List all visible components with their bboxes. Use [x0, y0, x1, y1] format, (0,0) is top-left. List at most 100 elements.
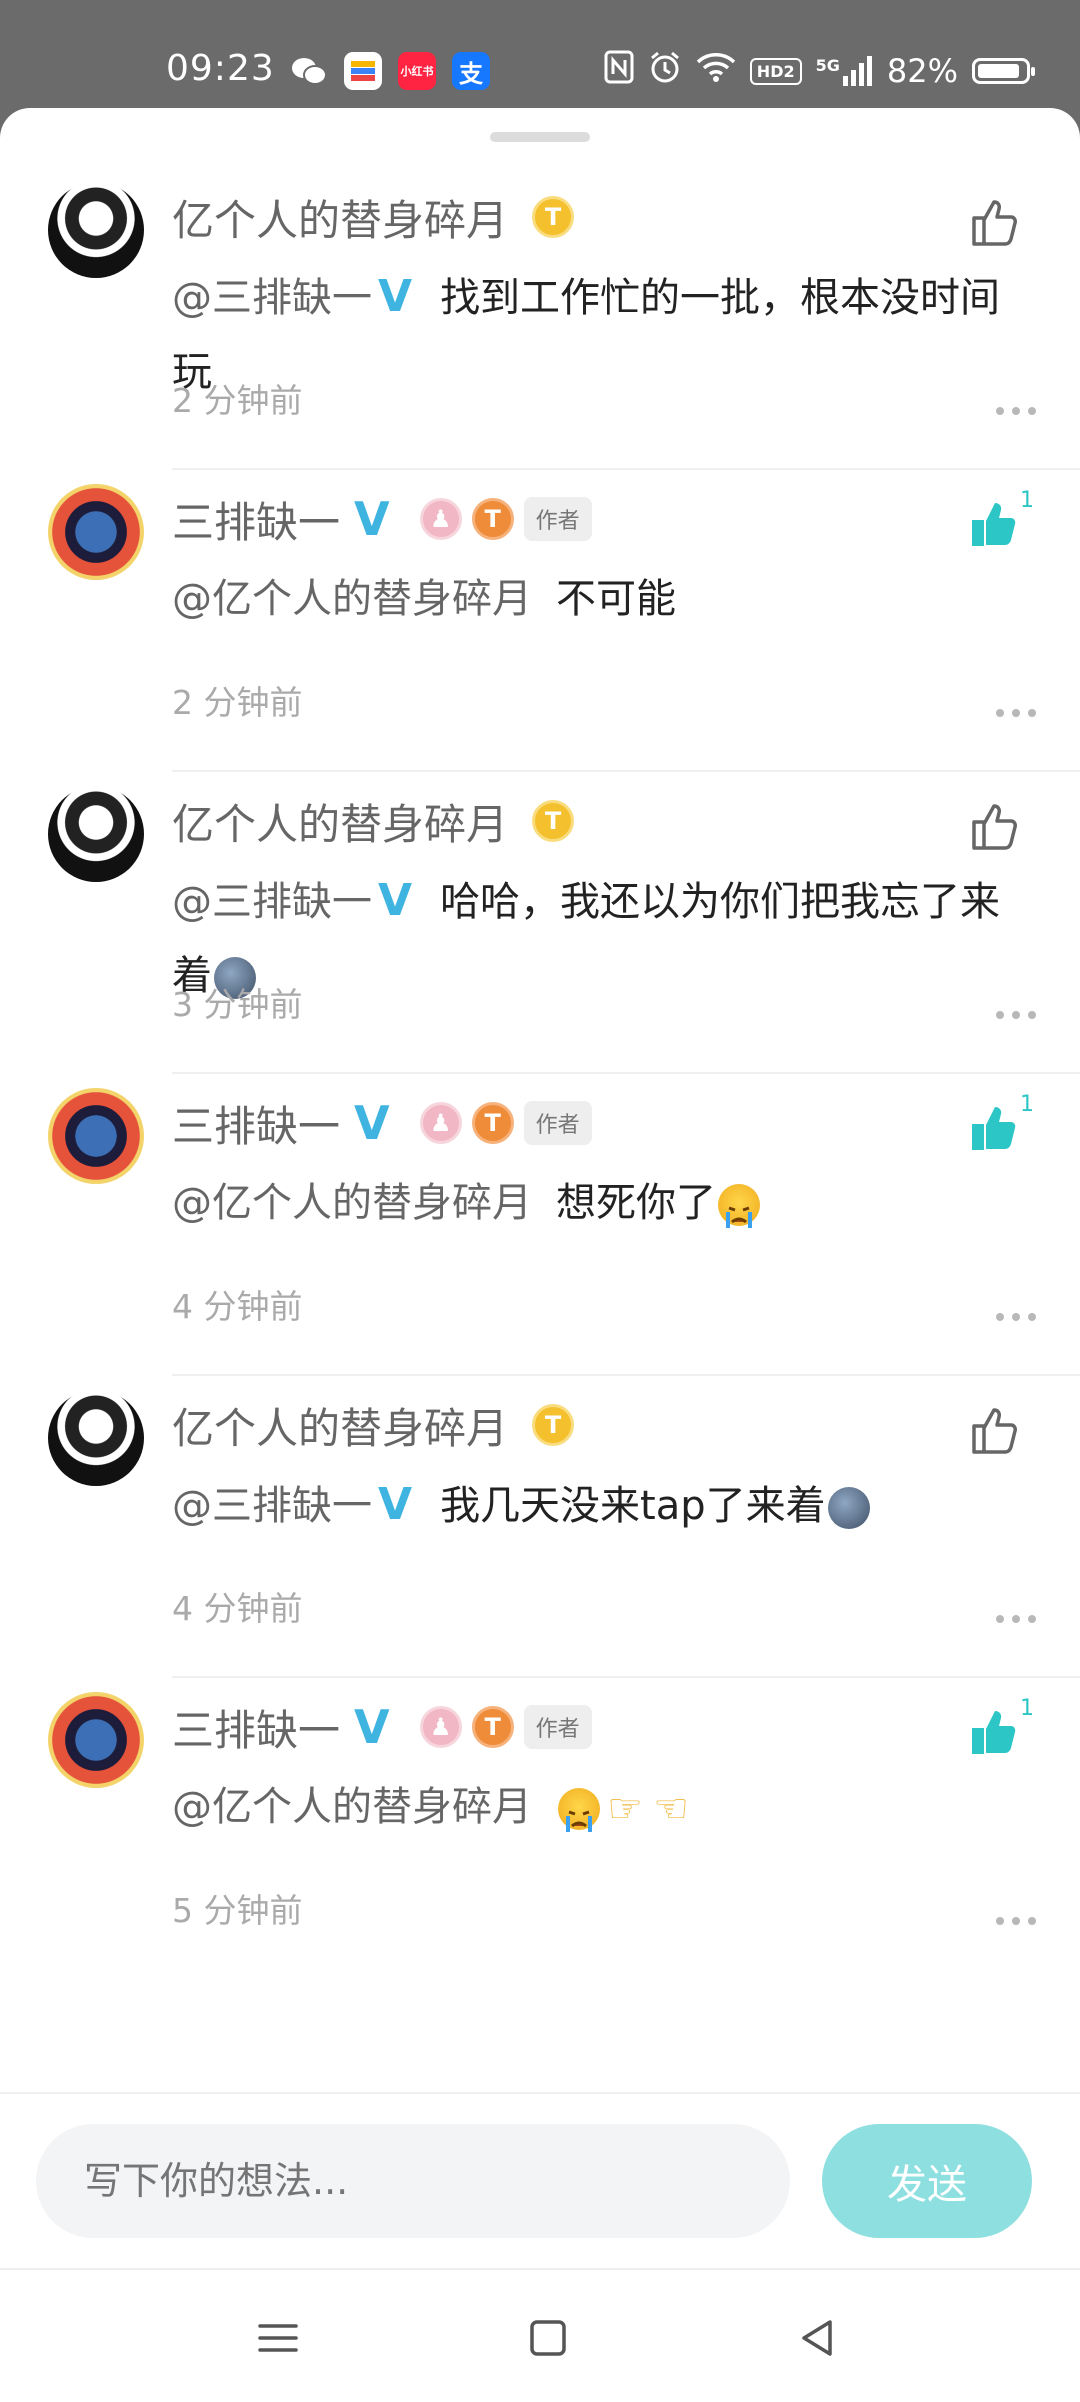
more-options-icon[interactable] — [996, 406, 1036, 416]
alarm-icon — [648, 50, 682, 92]
level-badge-icon: ♟ — [419, 498, 462, 540]
comment-item[interactable]: 三排缺一 V ♟ T 作者 @亿个人的替身碎月 不可能 2 分钟前 1 — [0, 468, 1080, 770]
comment-item[interactable]: 亿个人的替身碎月 T @三排缺一 V 我几天没来tap了来着 4 分钟前 — [0, 1374, 1080, 1676]
mention-link[interactable]: @亿个人的替身碎月 — [172, 576, 556, 622]
username[interactable]: 三排缺一 — [172, 489, 340, 550]
status-time: 09:23 — [166, 48, 275, 89]
mention-link[interactable]: @亿个人的替身碎月 — [172, 1784, 556, 1830]
wifi-icon — [696, 51, 736, 91]
like-thumb-icon[interactable] — [964, 192, 1024, 252]
level-badge-icon: ♟ — [419, 1102, 462, 1144]
mention-link[interactable]: @三排缺一 V — [172, 271, 440, 322]
crying-emoji-icon — [718, 1184, 760, 1228]
comment-time: 4 分钟前 — [172, 1287, 303, 1326]
status-app-icons: 小红书 支 — [290, 52, 490, 90]
nfc-icon — [604, 50, 634, 92]
user-avatar[interactable] — [48, 182, 144, 278]
user-avatar[interactable] — [48, 484, 144, 580]
tap-badge-icon: T — [532, 800, 575, 842]
comment-item[interactable]: 三排缺一 V ♟ T 作者 @亿个人的替身碎月 想死你了 4 分钟前 1 — [0, 1072, 1080, 1374]
more-options-icon[interactable] — [996, 1010, 1036, 1020]
mention-link[interactable]: @亿个人的替身碎月 — [172, 1180, 556, 1226]
user-avatar[interactable] — [48, 1692, 144, 1788]
liked-thumb-icon[interactable] — [964, 1098, 1024, 1158]
user-avatar[interactable] — [48, 1088, 144, 1184]
comment-text: 想死你了 — [556, 1180, 716, 1226]
battery-icon — [972, 58, 1035, 84]
verified-icon: V — [354, 1700, 390, 1754]
xiaohongshu-icon: 小红书 — [398, 52, 436, 90]
username[interactable]: 三排缺一 — [172, 1093, 340, 1154]
comment-header: 三排缺一 V ♟ T 作者 — [172, 488, 592, 550]
comment-item[interactable]: 亿个人的替身碎月 T @三排缺一 V 找到工作忙的一批，根本没时间玩 2 分钟前 — [0, 166, 1080, 468]
level-badge-icon: ♟ — [419, 1706, 462, 1748]
verified-icon: V — [378, 875, 413, 926]
user-avatar[interactable] — [48, 786, 144, 882]
verified-icon: V — [354, 492, 390, 546]
like-count: 1 — [1020, 1092, 1034, 1117]
author-tag: 作者 — [523, 497, 592, 541]
tap-badge-icon: T — [532, 196, 575, 238]
more-options-icon[interactable] — [996, 1614, 1036, 1624]
comment-text: 不可能 — [556, 576, 676, 622]
verified-icon: V — [378, 1479, 413, 1530]
home-icon[interactable] — [522, 2312, 574, 2364]
mention-link[interactable]: @三排缺一 V — [172, 875, 440, 926]
more-options-icon[interactable] — [996, 1312, 1036, 1322]
status-indicators: HD2 5G 82% — [604, 50, 1035, 92]
more-options-icon[interactable] — [996, 1916, 1036, 1926]
comment-body: @亿个人的替身碎月 ☞ ☜ — [172, 1770, 1012, 1844]
hd-indicator: HD2 — [749, 57, 802, 85]
comment-header: 亿个人的替身碎月 T — [172, 1394, 575, 1456]
comment-item[interactable]: 三排缺一 V ♟ T 作者 @亿个人的替身碎月 ☞ ☜ 5 分钟前 1 — [0, 1676, 1080, 1978]
user-avatar[interactable] — [48, 1390, 144, 1486]
like-count: 1 — [1020, 488, 1034, 513]
crying-emoji-icon — [558, 1788, 600, 1832]
comment-header: 三排缺一 V ♟ T 作者 — [172, 1696, 592, 1758]
verified-icon: V — [378, 271, 413, 322]
comment-item[interactable]: 亿个人的替身碎月 T @三排缺一 V 哈哈，我还以为你们把我忘了来着 3 分钟前 — [0, 770, 1080, 1072]
comment-body: @亿个人的替身碎月 不可能 — [172, 562, 1012, 636]
username[interactable]: 亿个人的替身碎月 — [172, 1395, 508, 1456]
drag-handle[interactable] — [490, 132, 590, 142]
username[interactable]: 三排缺一 — [172, 1697, 340, 1758]
input-bar: 发送 — [0, 2092, 1080, 2270]
comment-header: 三排缺一 V ♟ T 作者 — [172, 1092, 592, 1154]
system-nav-bar — [0, 2268, 1080, 2402]
point-left-emoji-icon: ☜ — [653, 1786, 689, 1832]
comment-sheet: 亿个人的替身碎月 T @三排缺一 V 找到工作忙的一批，根本没时间玩 2 分钟前 三排缺一 V… — [0, 108, 1080, 2402]
back-icon[interactable] — [792, 2312, 844, 2364]
gallery-app-icon — [344, 52, 382, 90]
author-tag: 作者 — [523, 1101, 592, 1145]
verified-icon: V — [354, 1096, 390, 1150]
username[interactable]: 亿个人的替身碎月 — [172, 791, 508, 852]
comment-header: 亿个人的替身碎月 T — [172, 790, 575, 852]
moon-emoji-icon — [827, 1487, 870, 1529]
comment-header: 亿个人的替身碎月 T — [172, 186, 575, 248]
comment-time: 5 分钟前 — [172, 1891, 303, 1930]
username[interactable]: 亿个人的替身碎月 — [172, 187, 508, 248]
comment-time: 2 分钟前 — [172, 683, 303, 722]
status-bar: 09:23 小红书 支 HD2 5G 82% — [0, 0, 1080, 110]
tap-badge-icon: T — [471, 1102, 514, 1144]
tap-badge-icon: T — [471, 1706, 514, 1748]
send-button[interactable]: 发送 — [822, 2124, 1032, 2238]
comment-input[interactable] — [36, 2124, 790, 2238]
like-thumb-icon[interactable] — [964, 796, 1024, 856]
signal-icon: 5G — [816, 56, 873, 86]
alipay-icon: 支 — [452, 52, 490, 90]
comment-text: 我几天没来tap了来着 — [440, 1483, 826, 1529]
wechat-icon — [290, 52, 328, 90]
comment-time: 3 分钟前 — [172, 985, 303, 1024]
liked-thumb-icon[interactable] — [964, 1702, 1024, 1762]
point-right-emoji-icon: ☞ — [607, 1786, 643, 1832]
comment-list[interactable]: 亿个人的替身碎月 T @三排缺一 V 找到工作忙的一批，根本没时间玩 2 分钟前 三排缺一 V… — [0, 166, 1080, 2096]
more-options-icon[interactable] — [996, 708, 1036, 718]
menu-icon[interactable] — [252, 2312, 304, 2364]
comment-body: @亿个人的替身碎月 想死你了 — [172, 1166, 1012, 1240]
comment-time: 4 分钟前 — [172, 1589, 303, 1628]
liked-thumb-icon[interactable] — [964, 494, 1024, 554]
like-thumb-icon[interactable] — [964, 1400, 1024, 1460]
tap-badge-icon: T — [532, 1404, 575, 1446]
mention-link[interactable]: @三排缺一 V — [172, 1479, 440, 1530]
